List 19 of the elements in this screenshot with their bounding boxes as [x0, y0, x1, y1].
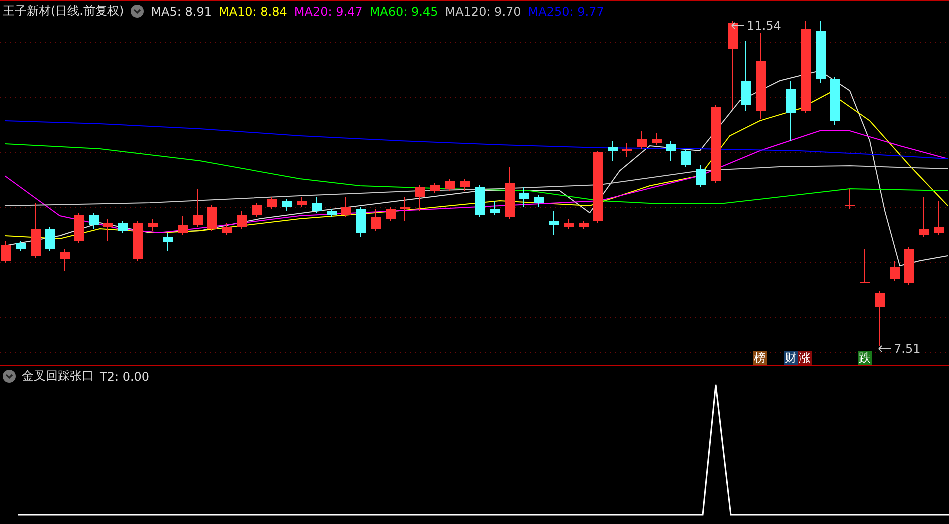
moving-average-value: MA10: 8.84	[218, 4, 288, 18]
moving-average-value: MA120: 9.70	[445, 4, 522, 18]
event-badge[interactable]: 财	[784, 351, 798, 365]
chart-title: 王子新材(日线.前复权)	[3, 3, 124, 20]
moving-average-value: MA60: 9.45	[370, 4, 438, 18]
dropdown-icon[interactable]	[131, 5, 144, 18]
moving-average-value: MA20: 9.47	[294, 4, 363, 18]
price-label: 7.51	[893, 342, 922, 356]
leader-line	[731, 22, 745, 30]
indicator-title: 金叉回踩张口	[22, 368, 94, 385]
event-badge[interactable]: 跌	[858, 351, 872, 365]
event-badge[interactable]: 涨	[798, 351, 812, 365]
dropdown-icon[interactable]	[3, 370, 16, 383]
indicator-value: T2: 0.00	[100, 370, 150, 384]
price-label: 11.54	[746, 19, 782, 33]
moving-average-value: MA5: 8.91	[151, 4, 212, 18]
leader-line	[878, 345, 892, 353]
event-badge[interactable]: 榜	[753, 351, 767, 365]
moving-average-value: MA250: 9.77	[528, 4, 604, 18]
